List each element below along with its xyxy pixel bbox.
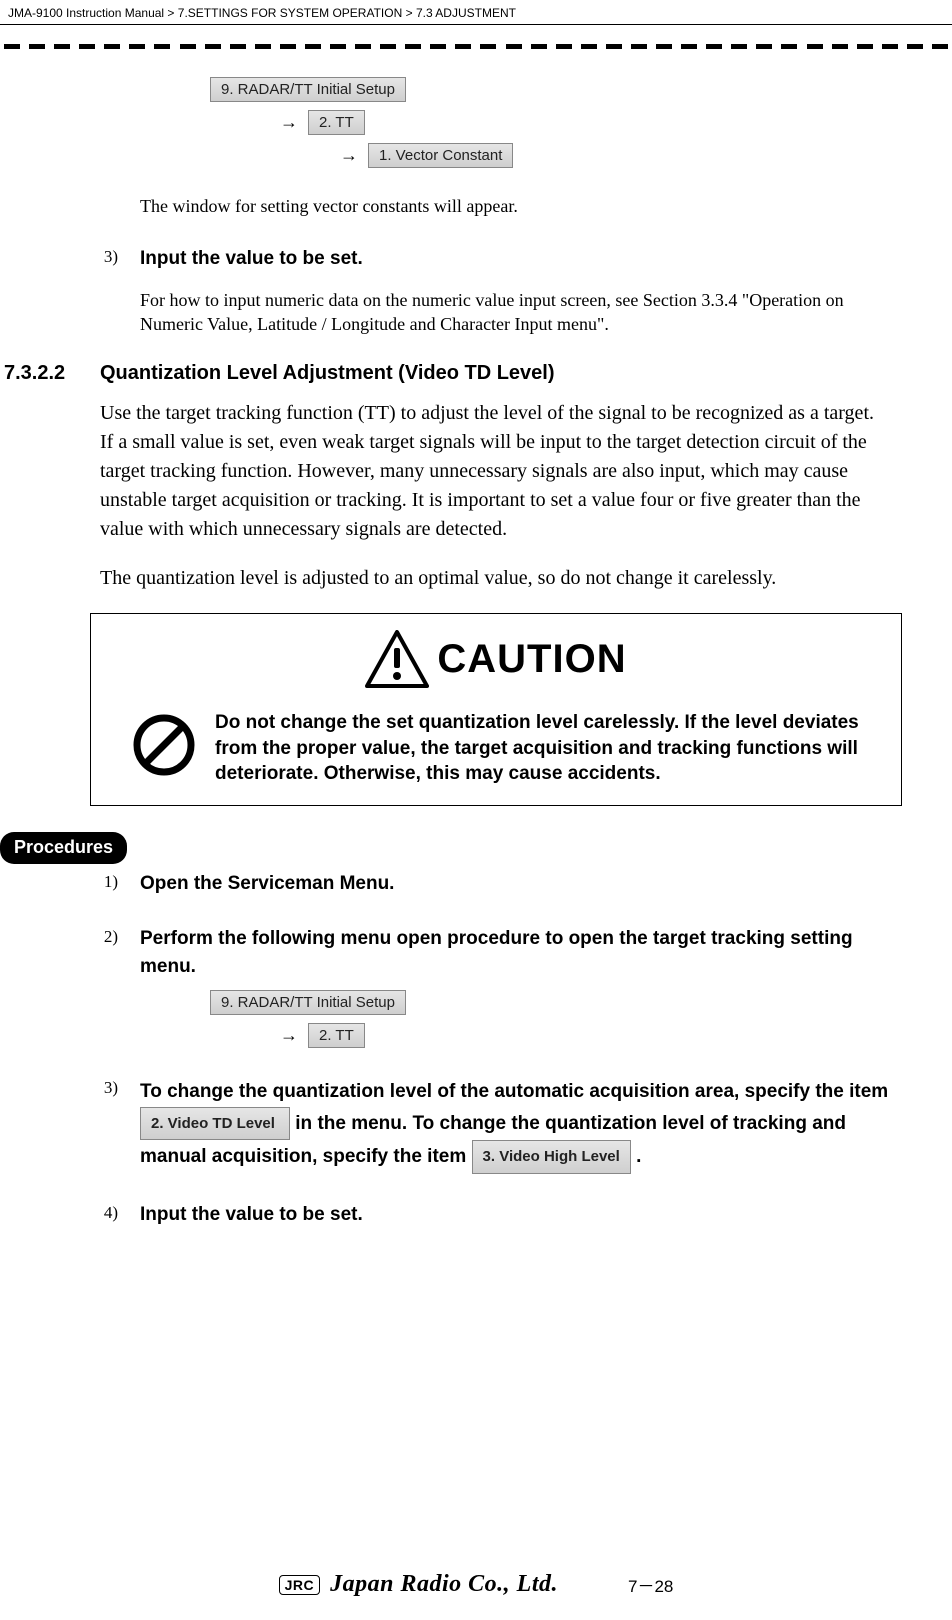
body-paragraph: The quantization level is adjusted to an… xyxy=(100,564,892,593)
arrow-icon: → xyxy=(340,145,358,166)
step-number: 1) xyxy=(100,870,140,899)
step-body: For how to input numeric data on the num… xyxy=(140,288,892,337)
page-number: 7－28 xyxy=(628,1572,673,1597)
section-number: 7.3.2.2 xyxy=(0,362,100,385)
arrow-icon: → xyxy=(280,112,298,133)
section-title: Quantization Level Adjustment (Video TD … xyxy=(100,362,555,385)
jrc-logo-box: JRC xyxy=(279,1575,321,1595)
section-name: 7.3 ADJUSTMENT xyxy=(416,6,516,20)
procedures-label: Procedures xyxy=(0,832,127,864)
warning-triangle-icon xyxy=(365,630,429,688)
body-paragraph: Use the target tracking function (TT) to… xyxy=(100,399,892,544)
menu-video-high-level-button[interactable]: 3. Video High Level xyxy=(472,1140,631,1174)
prohibit-icon xyxy=(133,714,195,776)
divider-dashed xyxy=(0,33,952,59)
step-number: 3) xyxy=(100,1076,140,1175)
step-title: Input the value to be set. xyxy=(140,245,363,274)
menu-video-td-level-button[interactable]: 2. Video TD Level xyxy=(140,1107,290,1141)
menu-path-1: 9. RADAR/TT Initial Setup → 2. TT → 1. V… xyxy=(210,77,892,168)
menu-tt-button[interactable]: 2. TT xyxy=(308,1023,365,1048)
caution-text: Do not change the set quantization level… xyxy=(215,710,883,787)
after-chain-text: The window for setting vector constants … xyxy=(140,196,892,217)
manual-name: JMA-9100 Instruction Manual xyxy=(8,6,164,20)
breadcrumb-header: JMA-9100 Instruction Manual > 7.SETTINGS… xyxy=(0,0,952,25)
menu-radar-tt-initial-setup-button[interactable]: 9. RADAR/TT Initial Setup xyxy=(210,990,406,1015)
step-title: Input the value to be set. xyxy=(140,1201,363,1230)
menu-radar-tt-initial-setup-button[interactable]: 9. RADAR/TT Initial Setup xyxy=(210,77,406,102)
step-title: To change the quantization level of the … xyxy=(140,1076,892,1175)
step-number: 4) xyxy=(100,1201,140,1230)
menu-tt-button[interactable]: 2. TT xyxy=(308,110,365,135)
menu-vector-constant-button[interactable]: 1. Vector Constant xyxy=(368,143,513,168)
step-number: 3) xyxy=(100,245,140,274)
step-number: 2) xyxy=(100,925,140,982)
step-title: Perform the following menu open procedur… xyxy=(140,925,892,982)
step-text-fragment: . xyxy=(636,1146,641,1167)
chapter-name: 7.SETTINGS FOR SYSTEM OPERATION xyxy=(178,6,402,20)
step-text-fragment: To change the quantization level of the … xyxy=(140,1081,888,1102)
menu-path-2: 9. RADAR/TT Initial Setup → 2. TT xyxy=(210,990,892,1048)
caution-word: CAUTION xyxy=(437,637,626,682)
caution-box: CAUTION Do not change the set quantizati… xyxy=(90,613,902,806)
company-name: Japan Radio Co., Ltd. xyxy=(330,1571,558,1598)
page-footer: JRC Japan Radio Co., Ltd. 7－28 xyxy=(0,1571,952,1598)
step-title: Open the Serviceman Menu. xyxy=(140,870,394,899)
arrow-icon: → xyxy=(280,1025,298,1046)
